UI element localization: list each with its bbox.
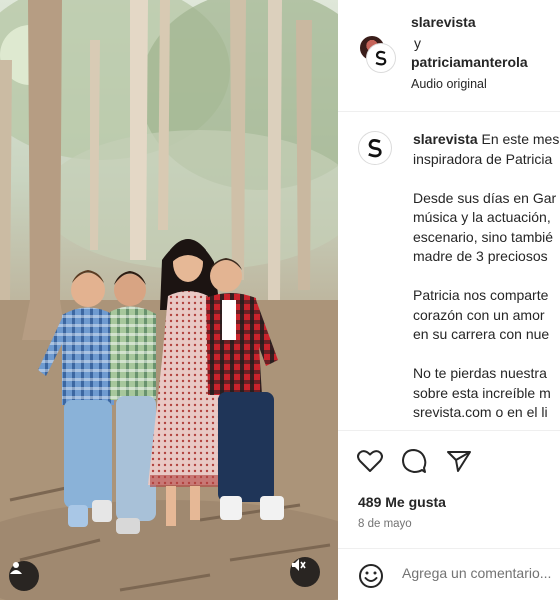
comment-input[interactable] xyxy=(402,565,560,581)
caption-area: slarevista En este mes inspiradora de Pa… xyxy=(338,112,560,430)
caption-username[interactable]: slarevista xyxy=(413,131,478,147)
comment-bar xyxy=(338,548,560,600)
avatar-slarevista[interactable] xyxy=(367,44,395,72)
paper-plane-icon xyxy=(447,451,471,472)
share-button[interactable] xyxy=(445,447,473,475)
collab-avatars[interactable] xyxy=(358,34,395,72)
user-tags-icon xyxy=(10,562,22,574)
post-header: slarevista y patriciamanterola Audio ori… xyxy=(338,0,560,112)
post-details-panel: slarevista y patriciamanterola Audio ori… xyxy=(338,0,560,600)
header-conjunction: y xyxy=(414,35,421,51)
mute-toggle-button[interactable] xyxy=(290,557,320,587)
caption-text-block: slarevista En este mes inspiradora de Pa… xyxy=(413,130,560,423)
comment-bubble-icon xyxy=(402,449,427,473)
header-username-1[interactable]: slarevista xyxy=(411,14,476,30)
family-photo-illustration xyxy=(0,0,338,600)
caption-avatar[interactable] xyxy=(358,131,392,165)
speaker-muted-icon xyxy=(292,559,306,571)
header-username-2[interactable]: patriciamanterola xyxy=(411,54,528,70)
like-button[interactable] xyxy=(356,447,384,475)
likes-count[interactable]: 489 Me gusta xyxy=(358,494,446,510)
smiley-icon xyxy=(359,564,383,588)
post-date[interactable]: 8 de mayo xyxy=(358,518,412,530)
comment-button[interactable] xyxy=(400,447,428,475)
heart-icon xyxy=(357,450,383,472)
caption-body: En este mes inspiradora de Patricia Desd… xyxy=(413,131,560,420)
s-logo-icon xyxy=(375,50,387,66)
emoji-button[interactable] xyxy=(358,563,384,589)
tagged-users-button[interactable] xyxy=(9,561,39,591)
post-photo[interactable] xyxy=(0,0,338,600)
s-logo-icon xyxy=(368,138,382,158)
audio-link[interactable]: Audio original xyxy=(411,77,487,91)
